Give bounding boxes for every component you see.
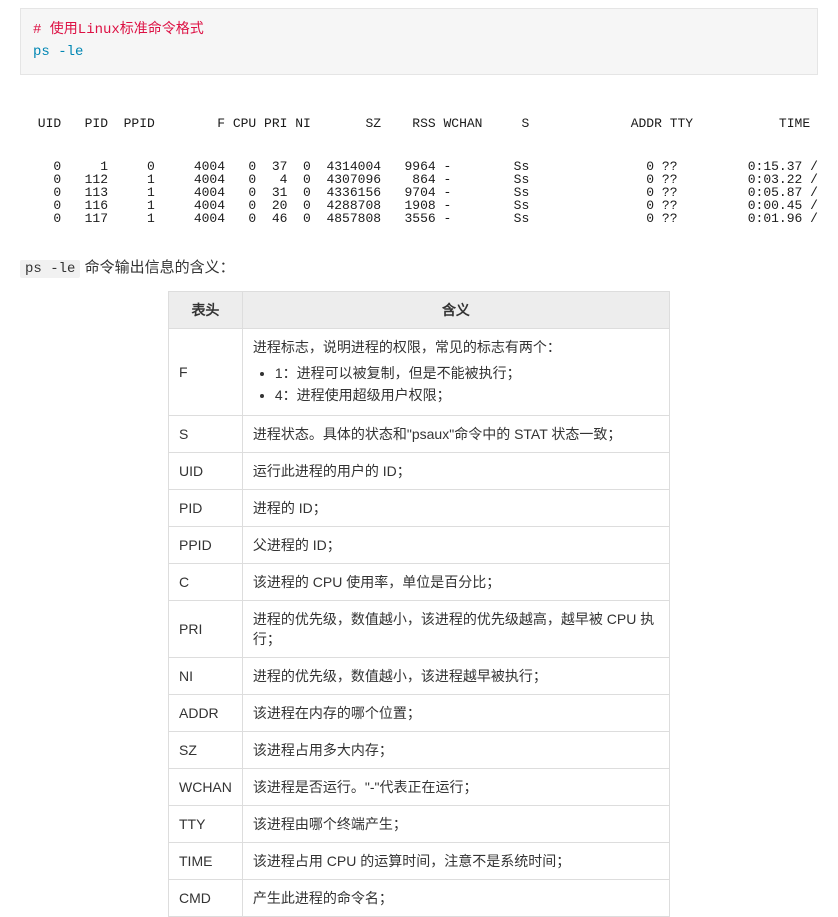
table-row: PID进程的 ID；: [169, 489, 670, 526]
term-header: UID PID PPID F CPU PRI NI SZ RSS WCHAN S…: [30, 117, 818, 130]
table-row-header: F: [169, 328, 243, 415]
table-row-header: UID: [169, 452, 243, 489]
table-header-col1: 表头: [169, 291, 243, 328]
table-row: SZ该进程占用多大内存；: [169, 731, 670, 768]
table-row: S进程状态。具体的状态和"psaux"命令中的 STAT 状态一致；: [169, 415, 670, 452]
table-row: TIME该进程占用 CPU 的运算时间，注意不是系统时间；: [169, 842, 670, 879]
table-row-header: NI: [169, 657, 243, 694]
code-command: ps -le: [33, 44, 83, 60]
table-row-header: ADDR: [169, 694, 243, 731]
term-row: 0 1 0 4004 0 37 0 4314004 9964 - Ss 0 ??…: [30, 160, 818, 173]
table-row: F进程标志，说明进程的权限，常见的标志有两个：1：进程可以被复制，但是不能被执行…: [169, 328, 670, 415]
table-row-desc: 该进程的 CPU 使用率，单位是百分比；: [242, 563, 669, 600]
table-row-header: SZ: [169, 731, 243, 768]
list-item: 4：进程使用超级用户权限；: [275, 385, 659, 405]
table-row-desc: 父进程的 ID；: [242, 526, 669, 563]
table-row-desc: 该进程由哪个终端产生；: [242, 805, 669, 842]
term-row: 0 117 1 4004 0 46 0 4857808 3556 - Ss 0 …: [30, 212, 818, 225]
table-header-col2: 含义: [242, 291, 669, 328]
table-row-header: C: [169, 563, 243, 600]
term-row: 0 116 1 4004 0 20 0 4288708 1908 - Ss 0 …: [30, 199, 818, 212]
terminal-output: UID PID PPID F CPU PRI NI SZ RSS WCHAN S…: [30, 87, 818, 240]
meaning-table: 表头 含义 F进程标志，说明进程的权限，常见的标志有两个：1：进程可以被复制，但…: [168, 291, 670, 917]
code-block: # 使用Linux标准命令格式 ps -le: [20, 8, 818, 75]
list-item: 1：进程可以被复制，但是不能被执行；: [275, 363, 659, 383]
inline-code: ps -le: [20, 260, 80, 278]
table-row-desc: 该进程是否运行。"-"代表正在运行；: [242, 768, 669, 805]
term-row: 0 112 1 4004 0 4 0 4307096 864 - Ss 0 ??…: [30, 173, 818, 186]
table-row-desc: 进程状态。具体的状态和"psaux"命令中的 STAT 状态一致；: [242, 415, 669, 452]
description-line: ps -le 命令输出信息的含义：: [20, 256, 818, 277]
table-row-header: S: [169, 415, 243, 452]
table-row: C该进程的 CPU 使用率，单位是百分比；: [169, 563, 670, 600]
code-comment: # 使用Linux标准命令格式: [33, 22, 204, 38]
table-row-header: PRI: [169, 600, 243, 657]
table-row-desc: 进程的 ID；: [242, 489, 669, 526]
table-row-header: PPID: [169, 526, 243, 563]
table-row: ADDR该进程在内存的哪个位置；: [169, 694, 670, 731]
table-row-desc: 进程的优先级，数值越小，该进程的优先级越高，越早被 CPU 执行；: [242, 600, 669, 657]
table-row: NI进程的优先级，数值越小，该进程越早被执行；: [169, 657, 670, 694]
table-row-desc: 该进程在内存的哪个位置；: [242, 694, 669, 731]
table-row: PPID父进程的 ID；: [169, 526, 670, 563]
table-row: WCHAN该进程是否运行。"-"代表正在运行；: [169, 768, 670, 805]
table-row: CMD产生此进程的命令名；: [169, 879, 670, 916]
table-row-header: CMD: [169, 879, 243, 916]
table-row: UID运行此进程的用户的 ID；: [169, 452, 670, 489]
description-text: 命令输出信息的含义：: [80, 259, 234, 276]
table-row-header: PID: [169, 489, 243, 526]
table-row-desc: 进程的优先级，数值越小，该进程越早被执行；: [242, 657, 669, 694]
table-row-desc: 进程标志，说明进程的权限，常见的标志有两个：1：进程可以被复制，但是不能被执行；…: [242, 328, 669, 415]
table-row-header: TTY: [169, 805, 243, 842]
table-row-header: WCHAN: [169, 768, 243, 805]
table-row: TTY该进程由哪个终端产生；: [169, 805, 670, 842]
table-row-desc: 该进程占用 CPU 的运算时间，注意不是系统时间；: [242, 842, 669, 879]
table-row-header: TIME: [169, 842, 243, 879]
table-row: PRI进程的优先级，数值越小，该进程的优先级越高，越早被 CPU 执行；: [169, 600, 670, 657]
table-row-desc: 运行此进程的用户的 ID；: [242, 452, 669, 489]
table-row-desc: 产生此进程的命令名；: [242, 879, 669, 916]
table-row-desc: 该进程占用多大内存；: [242, 731, 669, 768]
term-row: 0 113 1 4004 0 31 0 4336156 9704 - Ss 0 …: [30, 186, 818, 199]
